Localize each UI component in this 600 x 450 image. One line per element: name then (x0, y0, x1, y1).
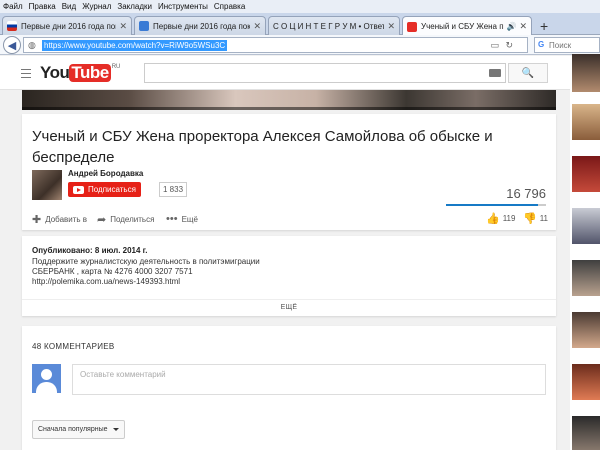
russian-flag-icon (7, 21, 17, 31)
subscriber-count: 1 833 (159, 182, 188, 197)
tab-2[interactable]: Первые дни 2016 года пок... ✕ (134, 16, 266, 35)
menu-bookmarks[interactable]: Закладки (117, 2, 152, 11)
plus-icon: ✚ (32, 214, 42, 226)
like-button[interactable]: 👍 119 (486, 212, 515, 225)
description-line: Поддержите журналистскую деятельность в … (32, 257, 260, 266)
recommendations-sidebar (570, 54, 600, 450)
channel-name[interactable]: Андрей Бородавка (68, 169, 143, 178)
menu-file[interactable]: Файл (3, 2, 23, 11)
tab-1[interactable]: Первые дни 2016 года пок... ✕ (2, 16, 132, 35)
youtube-search-input[interactable] (144, 63, 506, 83)
tab-title: Ученый и СБУ Жена п... (421, 22, 505, 31)
menu-bar: Файл Правка Вид Журнал Закладки Инструме… (0, 0, 600, 13)
video-title: Ученый и СБУ Жена проректора Алексея Сам… (32, 128, 493, 166)
search-icon: 🔍 (521, 67, 535, 79)
site-icon (139, 21, 149, 31)
globe-icon: ◍ (28, 40, 36, 50)
speaker-icon[interactable]: 🔊 (506, 22, 516, 31)
video-player[interactable] (22, 90, 556, 110)
divider (22, 299, 556, 300)
dislike-button[interactable]: 👎 11 (523, 212, 548, 225)
comments-count: 48 КОММЕНТАРИЕВ (32, 342, 115, 351)
reader-icon[interactable]: ▭ (490, 40, 499, 51)
close-icon[interactable]: ✕ (119, 21, 127, 32)
tab-title: Первые дни 2016 года пок... (21, 21, 117, 31)
youtube-play-icon (73, 185, 84, 194)
dislike-ratio-segment (537, 204, 546, 206)
recommended-video-thumbnail[interactable] (572, 312, 600, 348)
video-info-card: Ученый и СБУ Жена проректора Алексея Сам… (22, 114, 556, 230)
thumbs-down-icon: 👎 (523, 213, 537, 225)
recommended-video-thumbnail[interactable] (572, 104, 600, 140)
youtube-masthead: You Tube RU 🔍 (0, 56, 570, 90)
recommended-video-thumbnail[interactable] (572, 260, 600, 296)
sort-comments-button[interactable]: Сначала популярные (32, 420, 125, 439)
menu-tools[interactable]: Инструменты (158, 2, 208, 11)
menu-view[interactable]: Вид (62, 2, 76, 11)
back-button[interactable]: ◀ (3, 36, 21, 54)
comment-placeholder: Оставьте комментарий (80, 370, 166, 379)
close-icon[interactable]: ✕ (253, 21, 261, 32)
url-text[interactable]: https://www.youtube.com/watch?v=RiW9o5WS… (42, 40, 228, 51)
description-card: Опубликовано: 8 июл. 2014 г. Поддержите … (22, 236, 556, 316)
share-icon: ➦ (97, 214, 107, 226)
publish-date: Опубликовано: 8 июл. 2014 г. (32, 246, 148, 255)
tab-title: Первые дни 2016 года пок... (153, 21, 251, 31)
browser-search-box[interactable]: G (534, 37, 600, 53)
reload-icon[interactable]: ↻ (505, 40, 513, 51)
close-icon[interactable]: ✕ (519, 21, 527, 32)
nav-bar: ◀ ◍ https://www.youtube.com/watch?v=RiW9… (0, 35, 600, 55)
description-link[interactable]: http://polemika.com.ua/news-149393.html (32, 277, 180, 287)
menu-history[interactable]: Журнал (82, 2, 111, 11)
subscribe-button[interactable]: Подписаться (68, 182, 141, 197)
youtube-icon (407, 21, 417, 32)
more-actions-button[interactable]: ••• Ещё (166, 213, 198, 225)
channel-avatar[interactable] (32, 170, 62, 200)
thumbs-up-icon: 👍 (486, 213, 500, 225)
browser-search-input[interactable] (549, 39, 599, 51)
tab-3[interactable]: С О Ц И Н Т Е Г Р У М • Ответ... ✕ (268, 16, 400, 35)
tab-title: С О Ц И Н Т Е Г Р У М • Ответ... (273, 21, 385, 31)
add-to-button[interactable]: ✚ Добавить в (32, 213, 87, 226)
share-button[interactable]: ➦ Поделиться (97, 213, 154, 226)
menu-icon[interactable] (21, 69, 31, 81)
new-tab-button[interactable]: + (540, 18, 548, 34)
url-bar[interactable]: ◍ https://www.youtube.com/watch?v=RiW9o5… (23, 37, 528, 53)
menu-help[interactable]: Справка (214, 2, 245, 11)
recommended-video-thumbnail[interactable] (572, 54, 600, 92)
recommended-video-thumbnail[interactable] (572, 364, 600, 400)
tab-strip: Первые дни 2016 года пок... ✕ Первые дни… (0, 13, 600, 36)
close-icon[interactable]: ✕ (387, 21, 395, 32)
youtube-search-button[interactable]: 🔍 (508, 63, 548, 83)
like-ratio-bar (446, 204, 546, 206)
menu-edit[interactable]: Правка (29, 2, 56, 11)
more-dots-icon: ••• (166, 213, 178, 225)
comments-card: 48 КОММЕНТАРИЕВ Оставьте комментарий Сна… (22, 326, 556, 450)
tab-4-active[interactable]: Ученый и СБУ Жена п... 🔊 ✕ (402, 16, 532, 36)
keyboard-icon[interactable] (489, 69, 501, 77)
show-more-button[interactable]: ЕЩЁ (22, 304, 556, 311)
view-count: 16 796 (506, 186, 546, 201)
youtube-logo[interactable]: You Tube RU (40, 64, 120, 82)
user-avatar-icon (32, 364, 61, 393)
recommended-video-thumbnail[interactable] (572, 208, 600, 244)
recommended-video-thumbnail[interactable] (572, 156, 600, 192)
chevron-down-icon (112, 428, 119, 431)
recommended-video-thumbnail[interactable] (572, 416, 600, 450)
google-icon: G (538, 40, 545, 49)
back-arrow-icon: ◀ (7, 39, 17, 52)
comment-input[interactable]: Оставьте комментарий (72, 364, 546, 395)
video-progress-bar[interactable] (22, 107, 556, 110)
description-line: СБЕРБАНК , карта № 4276 4000 3207 7571 (32, 267, 193, 276)
